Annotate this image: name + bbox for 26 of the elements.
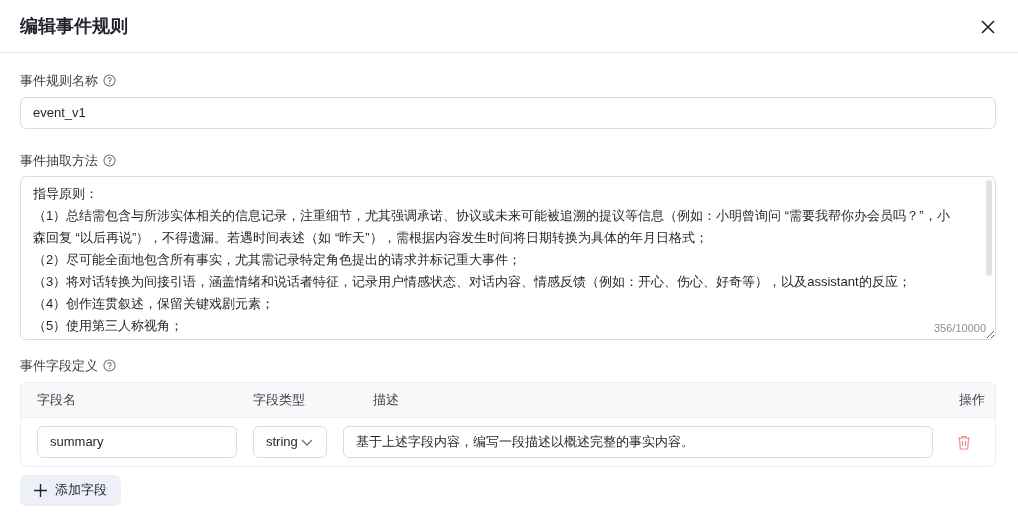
textarea-line: 指导原则： bbox=[33, 185, 98, 203]
add-field-button[interactable]: 添加字段 bbox=[20, 474, 121, 506]
field-name-input[interactable]: summary bbox=[37, 425, 237, 458]
textarea-line: 森回复 “以后再说”），不得遗漏。若遇时间表述（如 “昨天”），需根据内容发生时间将日期转换为具体的年月日格式； bbox=[33, 229, 708, 247]
textarea-line: （1）总结需包含与所涉实体相关的信息记录，注重细节，尤其强调承诺、协议或未来可能被追溯的提议等信息（例如：小明曾询问 “需要我帮你办会员吗？”，小 bbox=[33, 207, 950, 225]
column-header: 操作 bbox=[959, 390, 985, 409]
textarea-line: （3）将对话转换为间接引语，涵盖情绪和说话者特征，记录用户情感状态、对话内容、情感反馈（例如：开心、伤心、好奇等），以及assistant的反应； bbox=[33, 273, 911, 291]
field-label: 事件抽取方法 bbox=[20, 151, 98, 170]
help-icon[interactable] bbox=[103, 359, 116, 373]
name-input[interactable]: event_v1 bbox=[20, 96, 996, 129]
field-label: 事件规则名称 bbox=[20, 72, 98, 90]
method-textarea[interactable] bbox=[20, 176, 996, 340]
dialog-title: 编辑事件规则 bbox=[20, 14, 128, 38]
textarea-line: （2）尽可能全面地包含所有事实，尤其需记录特定角色提出的请求并标记重大事件； bbox=[33, 251, 522, 269]
help-icon[interactable] bbox=[103, 153, 116, 167]
plus-icon bbox=[34, 483, 47, 497]
column-header: 描述 bbox=[373, 390, 400, 409]
field-label: 事件字段定义 bbox=[20, 357, 98, 375]
scrollbar-thumb[interactable] bbox=[986, 180, 992, 276]
textarea-line: （5）使用第三人称视角； bbox=[33, 317, 184, 335]
textarea-line: （4）创作连贯叙述，保留关键戏剧元素； bbox=[33, 295, 275, 313]
description-input[interactable]: 基于上述字段内容，编写一段描述以概述完整的事实内容。 bbox=[343, 425, 933, 458]
type-select[interactable]: string bbox=[253, 425, 328, 458]
help-icon[interactable] bbox=[103, 74, 116, 88]
column-header: 字段名 bbox=[37, 390, 77, 409]
column-header: 字段类型 bbox=[253, 390, 306, 409]
